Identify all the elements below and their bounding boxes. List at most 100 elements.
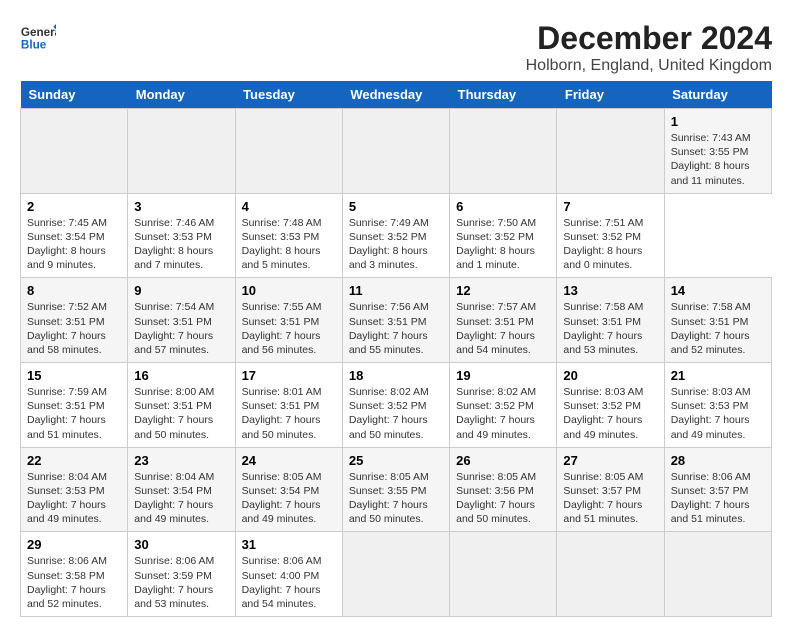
calendar-cell: 5 Sunrise: 7:49 AM Sunset: 3:52 PM Daylig… [342, 193, 449, 278]
calendar-cell: 31Sunrise: 8:06 AM Sunset: 4:00 PM Dayli… [235, 532, 342, 617]
day-number: 29 [27, 537, 121, 552]
day-number: 10 [242, 283, 336, 298]
day-detail: Sunrise: 7:46 AM Sunset: 3:53 PM Dayligh… [134, 216, 228, 273]
day-detail: Sunrise: 8:06 AM Sunset: 3:58 PM Dayligh… [27, 554, 121, 611]
day-detail: Sunrise: 8:01 AM Sunset: 3:51 PM Dayligh… [242, 385, 336, 442]
day-detail: Sunrise: 7:56 AM Sunset: 3:51 PM Dayligh… [349, 300, 443, 357]
calendar-cell: 22 Sunrise: 8:04 AM Sunset: 3:53 PM Dayli… [21, 447, 128, 532]
day-number: 11 [349, 283, 443, 298]
calendar-cell [450, 532, 557, 617]
title-block: December 2024 Holborn, England, United K… [526, 20, 772, 75]
day-number: 7 [563, 199, 657, 214]
calendar-cell: 30 Sunrise: 8:06 AM Sunset: 3:59 PM Dayli… [128, 532, 235, 617]
day-number: 23 [134, 453, 228, 468]
day-detail: Sunrise: 7:48 AM Sunset: 3:53 PM Dayligh… [242, 216, 336, 273]
day-number: 13 [563, 283, 657, 298]
day-number: 16 [134, 368, 228, 383]
header-day-monday: Monday [128, 81, 235, 109]
day-detail: Sunrise: 7:43 AM Sunset: 3:55 PM Dayligh… [671, 131, 765, 188]
header-day-saturday: Saturday [664, 81, 771, 109]
header-day-thursday: Thursday [450, 81, 557, 109]
calendar-cell: 21 Sunrise: 8:03 AM Sunset: 3:53 PM Dayli… [664, 363, 771, 448]
header-day-tuesday: Tuesday [235, 81, 342, 109]
calendar-cell [557, 532, 664, 617]
day-number: 14 [671, 283, 765, 298]
day-detail: Sunrise: 8:06 AM Sunset: 3:59 PM Dayligh… [134, 554, 228, 611]
calendar-cell: 9Sunrise: 7:54 AM Sunset: 3:51 PM Daylig… [128, 278, 235, 363]
svg-text:Blue: Blue [21, 38, 47, 51]
day-detail: Sunrise: 8:04 AM Sunset: 3:53 PM Dayligh… [27, 470, 121, 527]
day-detail: Sunrise: 8:00 AM Sunset: 3:51 PM Dayligh… [134, 385, 228, 442]
calendar-cell: 1Sunrise: 7:43 AM Sunset: 3:55 PM Daylig… [664, 109, 771, 194]
calendar-cell: 13Sunrise: 7:58 AM Sunset: 3:51 PM Dayli… [557, 278, 664, 363]
day-number: 24 [242, 453, 336, 468]
calendar-cell: 4 Sunrise: 7:48 AM Sunset: 3:53 PM Daylig… [235, 193, 342, 278]
svg-text:General: General [21, 26, 56, 39]
day-number: 12 [456, 283, 550, 298]
calendar-table: SundayMondayTuesdayWednesdayThursdayFrid… [20, 81, 772, 617]
calendar-cell: 10 Sunrise: 7:55 AM Sunset: 3:51 PM Dayli… [235, 278, 342, 363]
week-row-0: 1Sunrise: 7:43 AM Sunset: 3:55 PM Daylig… [21, 109, 772, 194]
day-number: 2 [27, 199, 121, 214]
day-number: 25 [349, 453, 443, 468]
week-row-2: 8Sunrise: 7:52 AM Sunset: 3:51 PM Daylig… [21, 278, 772, 363]
calendar-cell: 7 Sunrise: 7:51 AM Sunset: 3:52 PM Daylig… [557, 193, 664, 278]
day-number: 27 [563, 453, 657, 468]
day-number: 17 [242, 368, 336, 383]
day-detail: Sunrise: 8:02 AM Sunset: 3:52 PM Dayligh… [349, 385, 443, 442]
day-number: 5 [349, 199, 443, 214]
calendar-cell: 19Sunrise: 8:02 AM Sunset: 3:52 PM Dayli… [450, 363, 557, 448]
day-detail: Sunrise: 7:51 AM Sunset: 3:52 PM Dayligh… [563, 216, 657, 273]
week-row-3: 15 Sunrise: 7:59 AM Sunset: 3:51 PM Dayli… [21, 363, 772, 448]
day-detail: Sunrise: 8:05 AM Sunset: 3:56 PM Dayligh… [456, 470, 550, 527]
calendar-cell: 23 Sunrise: 8:04 AM Sunset: 3:54 PM Dayli… [128, 447, 235, 532]
day-number: 4 [242, 199, 336, 214]
day-detail: Sunrise: 8:06 AM Sunset: 3:57 PM Dayligh… [671, 470, 765, 527]
day-detail: Sunrise: 8:05 AM Sunset: 3:55 PM Dayligh… [349, 470, 443, 527]
header-day-sunday: Sunday [21, 81, 128, 109]
day-detail: Sunrise: 8:06 AM Sunset: 4:00 PM Dayligh… [242, 554, 336, 611]
calendar-cell [342, 109, 449, 194]
calendar-cell [21, 109, 128, 194]
calendar-cell: 12 Sunrise: 7:57 AM Sunset: 3:51 PM Dayli… [450, 278, 557, 363]
day-detail: Sunrise: 8:03 AM Sunset: 3:53 PM Dayligh… [671, 385, 765, 442]
calendar-cell: 20Sunrise: 8:03 AM Sunset: 3:52 PM Dayli… [557, 363, 664, 448]
day-number: 22 [27, 453, 121, 468]
day-detail: Sunrise: 7:59 AM Sunset: 3:51 PM Dayligh… [27, 385, 121, 442]
calendar-cell [664, 532, 771, 617]
week-row-4: 22 Sunrise: 8:04 AM Sunset: 3:53 PM Dayli… [21, 447, 772, 532]
calendar-cell: 27 Sunrise: 8:05 AM Sunset: 3:57 PM Dayli… [557, 447, 664, 532]
day-detail: Sunrise: 8:05 AM Sunset: 3:57 PM Dayligh… [563, 470, 657, 527]
day-number: 26 [456, 453, 550, 468]
day-detail: Sunrise: 7:58 AM Sunset: 3:51 PM Dayligh… [671, 300, 765, 357]
calendar-cell: 24Sunrise: 8:05 AM Sunset: 3:54 PM Dayli… [235, 447, 342, 532]
calendar-cell: 18 Sunrise: 8:02 AM Sunset: 3:52 PM Dayli… [342, 363, 449, 448]
calendar-cell: 28 Sunrise: 8:06 AM Sunset: 3:57 PM Dayli… [664, 447, 771, 532]
day-detail: Sunrise: 8:04 AM Sunset: 3:54 PM Dayligh… [134, 470, 228, 527]
logo-svg: General Blue [20, 20, 56, 56]
calendar-cell [557, 109, 664, 194]
calendar-cell [450, 109, 557, 194]
day-detail: Sunrise: 7:49 AM Sunset: 3:52 PM Dayligh… [349, 216, 443, 273]
day-detail: Sunrise: 7:57 AM Sunset: 3:51 PM Dayligh… [456, 300, 550, 357]
header-day-friday: Friday [557, 81, 664, 109]
day-number: 19 [456, 368, 550, 383]
day-detail: Sunrise: 7:55 AM Sunset: 3:51 PM Dayligh… [242, 300, 336, 357]
day-number: 30 [134, 537, 228, 552]
subtitle: Holborn, England, United Kingdom [526, 57, 772, 75]
calendar-cell: 11 Sunrise: 7:56 AM Sunset: 3:51 PM Dayli… [342, 278, 449, 363]
day-detail: Sunrise: 8:03 AM Sunset: 3:52 PM Dayligh… [563, 385, 657, 442]
day-detail: Sunrise: 7:45 AM Sunset: 3:54 PM Dayligh… [27, 216, 121, 273]
week-row-5: 29 Sunrise: 8:06 AM Sunset: 3:58 PM Dayli… [21, 532, 772, 617]
calendar-cell: 3Sunrise: 7:46 AM Sunset: 3:53 PM Daylig… [128, 193, 235, 278]
day-number: 18 [349, 368, 443, 383]
main-title: December 2024 [526, 20, 772, 57]
calendar-header-row: SundayMondayTuesdayWednesdayThursdayFrid… [21, 81, 772, 109]
day-number: 21 [671, 368, 765, 383]
calendar-cell: 15 Sunrise: 7:59 AM Sunset: 3:51 PM Dayli… [21, 363, 128, 448]
calendar-cell: 16 Sunrise: 8:00 AM Sunset: 3:51 PM Dayli… [128, 363, 235, 448]
day-detail: Sunrise: 7:52 AM Sunset: 3:51 PM Dayligh… [27, 300, 121, 357]
day-number: 15 [27, 368, 121, 383]
calendar-cell [342, 532, 449, 617]
day-number: 28 [671, 453, 765, 468]
